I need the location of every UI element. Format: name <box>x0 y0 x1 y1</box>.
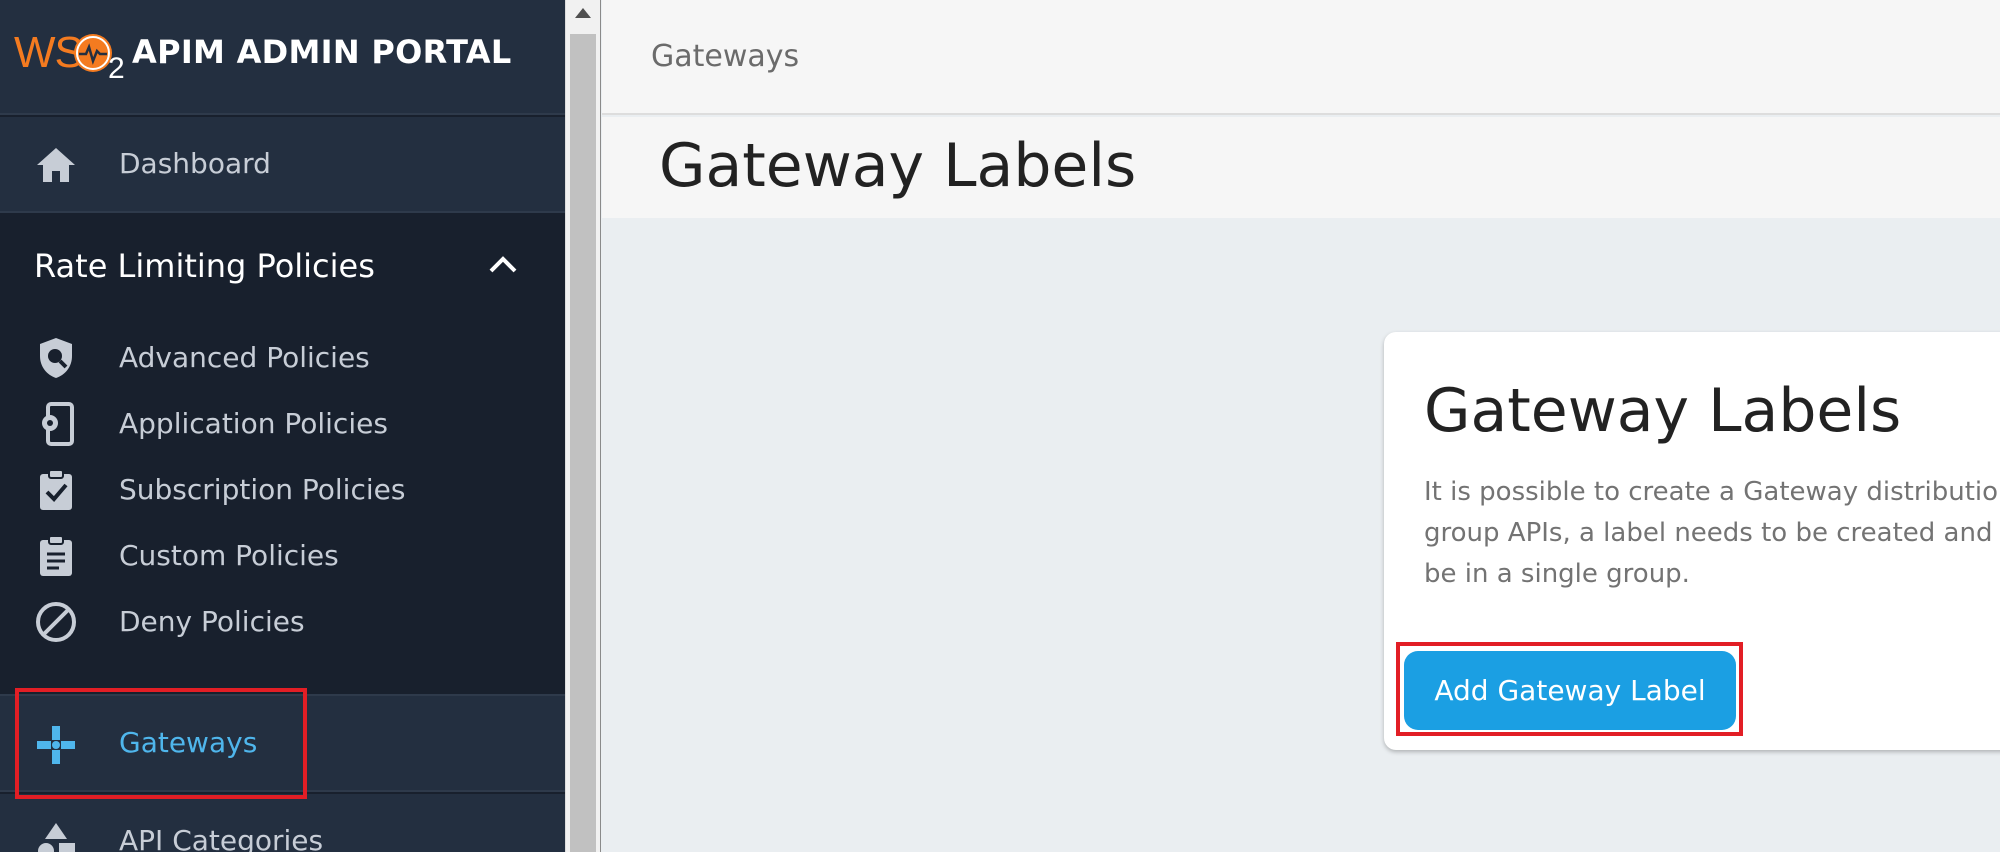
main-content: Gateways Gateway Labels Gateway Labels I… <box>602 0 2000 852</box>
chevron-up-icon[interactable] <box>488 253 518 279</box>
card-description: It is possible to create a Gateway distr… <box>1424 472 2000 595</box>
sidebar-item-custom-policies[interactable]: Custom Policies <box>0 523 565 589</box>
app-title: APIM ADMIN PORTAL <box>132 33 512 71</box>
sidebar-item-api-categories[interactable]: API Categories <box>0 794 565 852</box>
clipboard-check-icon <box>34 468 78 512</box>
sidebar-item-application-policies[interactable]: Application Policies <box>0 391 565 457</box>
section-title: Rate Limiting Policies <box>34 247 375 285</box>
clipboard-list-icon <box>34 534 78 578</box>
sidebar-item-label: Custom Policies <box>119 539 339 572</box>
sidebar-item-subscription-policies[interactable]: Subscription Policies <box>0 457 565 523</box>
sidebar-section-rate-limiting[interactable]: Rate Limiting Policies <box>0 215 565 315</box>
sidebar-item-advanced-policies[interactable]: Advanced Policies <box>0 325 565 391</box>
wso2-logo: WS <box>14 28 84 77</box>
sidebar-item-deny-policies[interactable]: Deny Policies <box>0 589 565 655</box>
sidebar-item-label: Dashboard <box>119 147 271 180</box>
scroll-up-icon[interactable] <box>575 8 591 18</box>
card-description-line: be in a single group. <box>1424 559 1690 589</box>
page-title: Gateway Labels <box>659 131 1137 201</box>
card-description-line: group APIs, a label needs to be created … <box>1424 518 1993 548</box>
wso2-logo-mark <box>74 34 112 72</box>
scrollbar-thumb[interactable] <box>570 34 596 852</box>
wso2-logo-sub: 2 <box>108 52 125 85</box>
sidebar-item-dashboard[interactable]: Dashboard <box>0 117 565 213</box>
sidebar-item-gateways[interactable]: Gateways <box>0 694 565 792</box>
home-icon <box>34 143 78 187</box>
shield-search-icon <box>34 336 78 380</box>
categories-icon <box>34 820 78 852</box>
gateways-icon <box>34 723 78 767</box>
sidebar-item-label: Advanced Policies <box>119 341 370 374</box>
sidebar-item-label: Application Policies <box>119 407 388 440</box>
block-icon <box>34 600 78 644</box>
sidebar: WS 2 APIM ADMIN PORTAL Dashboard Rate Li… <box>0 0 565 852</box>
brand-header[interactable]: WS 2 APIM ADMIN PORTAL <box>0 0 565 115</box>
card-title: Gateway Labels <box>1424 376 1902 446</box>
breadcrumb: Gateways <box>651 39 800 74</box>
phone-gear-icon <box>34 402 78 446</box>
top-bar: Gateways <box>602 0 2000 115</box>
sidebar-item-label: Deny Policies <box>119 605 305 638</box>
sidebar-item-label: Subscription Policies <box>119 473 406 506</box>
card-description-line: It is possible to create a Gateway distr… <box>1424 477 1999 507</box>
title-bar: Gateway Labels <box>602 117 2000 218</box>
sidebar-item-label: API Categories <box>119 824 324 852</box>
add-gateway-label-button[interactable]: Add Gateway Label <box>1404 651 1736 730</box>
sidebar-scrollbar[interactable] <box>565 0 601 852</box>
sidebar-item-label: Gateways <box>119 726 258 759</box>
